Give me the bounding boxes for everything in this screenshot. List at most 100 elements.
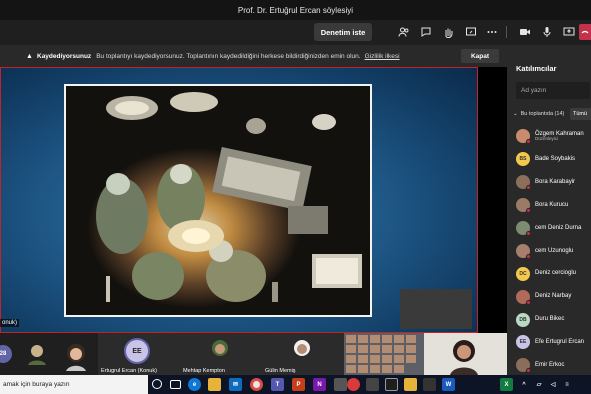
camera-app-icon[interactable]: [385, 378, 398, 391]
windows-taskbar: amak için buraya yazın e ✉ T P N W X ^ ▱…: [0, 375, 591, 394]
local-video-preview[interactable]: [400, 289, 472, 329]
status-dot: [526, 139, 531, 145]
participant-row[interactable]: Bora Kurucu: [516, 194, 591, 217]
chat-icon[interactable]: [418, 24, 434, 40]
tray-chevron-icon[interactable]: ^: [520, 378, 528, 391]
more-icon[interactable]: [484, 24, 500, 40]
participant-list: Özgem Kahraman Düzenleyici BS Bade Soybak…: [516, 125, 591, 377]
participant-name: Efe Ertugrul Ercan: [535, 339, 585, 346]
participant-avatar: BS: [516, 152, 530, 167]
participants-icon[interactable]: [396, 24, 412, 40]
overflow-tile[interactable]: 28: [0, 333, 22, 375]
participant-name: cem Uzunoglu: [535, 247, 574, 254]
mic-icon[interactable]: [539, 24, 555, 40]
avatar-initials: EE: [519, 339, 527, 346]
store-icon[interactable]: [334, 378, 347, 391]
participant-name: Bora Kurucu: [535, 201, 569, 208]
overflow-count-badge: 28: [0, 345, 12, 363]
task-view-icon[interactable]: [170, 380, 181, 389]
participant-video: [66, 344, 86, 371]
video-tile[interactable]: Mehtap Kempton: [180, 333, 262, 375]
stage-side-strip: [478, 67, 507, 333]
share-screen-icon[interactable]: [561, 24, 577, 40]
explorer2-icon[interactable]: [404, 378, 417, 391]
participant-row[interactable]: EE Efe Ertugrul Ercan: [516, 331, 591, 354]
media-icon[interactable]: [423, 378, 436, 391]
window-title: Prof. Dr. Ertuğrul Ercan söylesiyi: [237, 5, 354, 15]
cortana-icon[interactable]: [152, 379, 162, 389]
warning-icon: ▲: [26, 52, 33, 60]
chrome-icon[interactable]: [250, 378, 263, 391]
camera-icon[interactable]: [517, 24, 533, 40]
recording-message: Bu toplantıyı kaydediyorsunuz. Toplantın…: [96, 52, 361, 60]
video-tile-speaker[interactable]: [424, 333, 507, 375]
status-dot: [526, 253, 531, 259]
participant-role: Düzenleyici: [535, 136, 559, 142]
screen-share-thumbnail[interactable]: [344, 333, 424, 375]
excel-icon[interactable]: X: [500, 378, 513, 391]
participant-row[interactable]: DB Duru Bikec: [516, 308, 591, 331]
participant-name: Duru Bikec: [535, 316, 565, 323]
recording-banner: ▲ Kaydediyorsunuz Bu toplantıyı kaydediy…: [0, 45, 507, 67]
participant-avatar-large: EE: [124, 338, 150, 364]
participant-name: Emir Erkoc: [535, 362, 565, 369]
participant-row[interactable]: Emir Erkoc: [516, 354, 591, 377]
mute-all-button[interactable]: Tümü: [570, 108, 591, 120]
status-dot: [526, 185, 531, 191]
participants-title: Katılımcılar: [516, 64, 557, 73]
participant-row[interactable]: Deniz Narbay: [516, 285, 591, 308]
participant-row[interactable]: Özgem Kahraman Düzenleyici: [516, 125, 591, 148]
video-tile[interactable]: Gülin Memiş: [262, 333, 344, 375]
participant-avatar: DB: [516, 312, 530, 327]
edge-icon[interactable]: e: [188, 378, 201, 391]
screen-recorder-icon[interactable]: [366, 378, 379, 391]
app-icon[interactable]: [347, 378, 360, 391]
video-tile-ertugrul[interactable]: EE Ertugrul Ercan (Konuk): [98, 333, 180, 375]
participant-avatar: [516, 358, 531, 374]
share-tray-icon[interactable]: [463, 24, 479, 40]
participant-name: Deniz Narbay: [535, 293, 572, 300]
taskbar-search-input[interactable]: amak için buraya yazın: [0, 375, 148, 394]
status-dot: [526, 299, 531, 305]
video-tile[interactable]: [22, 333, 52, 375]
powerpoint-icon[interactable]: P: [292, 378, 305, 391]
mail-icon[interactable]: ✉: [229, 378, 242, 391]
status-dot: [526, 208, 531, 214]
status-dot: [526, 231, 531, 236]
in-meeting-section[interactable]: ⌄ Bu toplantıda (14): [513, 111, 564, 117]
language-icon[interactable]: ≡: [562, 378, 572, 391]
participant-row[interactable]: BS Bade Soybakis: [516, 148, 591, 171]
request-control-button[interactable]: Denetim iste: [314, 23, 372, 41]
participant-video: [28, 345, 46, 365]
shared-presentation-slide: [0, 67, 478, 333]
volume-icon[interactable]: ◁: [548, 378, 558, 391]
network-icon[interactable]: ▱: [534, 378, 544, 391]
close-banner-button[interactable]: Kapat: [461, 49, 499, 63]
avatar-initials: BS: [519, 156, 527, 163]
teams-icon[interactable]: T: [271, 378, 284, 391]
privacy-policy-link[interactable]: Gizlilik ilkesi: [365, 53, 400, 60]
operating-room-photo: [64, 84, 372, 317]
recording-title: Kaydediyorsunuz: [37, 52, 92, 60]
video-gallery-strip: 28 EE Ertugrul Ercan (Konuk) Mehtap Kemp…: [0, 333, 507, 375]
gallery-grid-thumbnail: [344, 333, 424, 375]
raise-hand-icon[interactable]: [440, 24, 456, 40]
avatar-initials: DB: [519, 316, 527, 323]
participant-row[interactable]: cem Deniz Durna: [516, 217, 591, 240]
leave-icon[interactable]: [579, 24, 591, 40]
participant-search-input[interactable]: Ad yazın: [516, 82, 590, 99]
meeting-toolbar: Denetim iste: [0, 20, 591, 45]
tile-label: Ertugrul Ercan (Konuk): [101, 368, 157, 374]
in-meeting-count: Bu toplantıda (14): [520, 111, 565, 117]
participant-row[interactable]: Bora Karabayir: [516, 171, 591, 194]
participant-avatar: DC: [516, 266, 530, 281]
word-icon[interactable]: W: [442, 378, 455, 391]
video-tile[interactable]: [52, 333, 98, 375]
participant-name: Bade Soybakis: [535, 156, 576, 163]
status-dot: [526, 368, 531, 374]
participant-row[interactable]: cem Uzunoglu: [516, 239, 591, 262]
tile-label: Mehtap Kempton: [183, 368, 225, 374]
participant-row[interactable]: DC Deniz cercioglu: [516, 262, 591, 285]
explorer-icon[interactable]: [208, 378, 221, 391]
onenote-icon[interactable]: N: [313, 378, 326, 391]
